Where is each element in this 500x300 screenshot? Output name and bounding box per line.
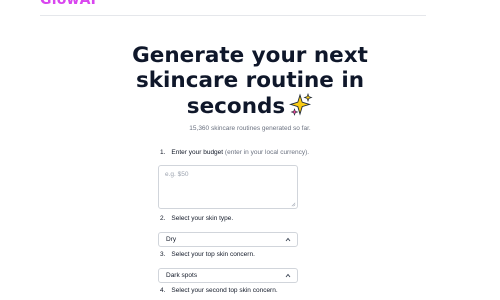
brand-logo[interactable]: GlowAI: [40, 0, 96, 8]
chevron-up-icon: [285, 237, 291, 242]
skin-type-select[interactable]: Dry: [158, 232, 298, 247]
step-label-text: Select your second top skin concern.: [171, 287, 278, 294]
step-number: 4.: [160, 287, 166, 294]
skin-type-value: Dry: [166, 236, 177, 243]
step-second-concern-label: 4. Select your second top skin concern.: [160, 287, 278, 294]
step-number: 1.: [160, 149, 166, 156]
routines-counter: 15,360 skincare routines generated so fa…: [189, 125, 311, 132]
sparkles-icon: [289, 92, 313, 123]
chevron-up-icon: [285, 273, 291, 278]
page-title: Generate your next skincare routine in s…: [110, 43, 390, 123]
top-concern-value: Dark spots: [166, 272, 198, 279]
budget-field-wrapper: [158, 165, 298, 209]
header-divider: [40, 15, 426, 16]
title-line-3: seconds: [186, 94, 286, 119]
step-label-text: Select your skin type.: [171, 215, 234, 222]
step-top-concern-label: 3. Select your top skin concern.: [160, 251, 255, 258]
step-number: 2.: [160, 215, 166, 222]
step-number: 3.: [160, 251, 166, 258]
top-concern-select[interactable]: Dark spots: [158, 268, 298, 283]
step-label-text: Enter your budget: [171, 149, 224, 156]
title-line-2: skincare routine in: [135, 68, 365, 93]
page: GlowAI Generate your next skincare routi…: [0, 0, 500, 300]
step-skin-type-label: 2. Select your skin type.: [160, 215, 233, 222]
step-budget-label: 1. Enter your budget (enter in your local…: [160, 149, 309, 156]
step-hint: (enter in your local currency).: [224, 149, 310, 156]
step-label-text: Select your top skin concern.: [171, 251, 255, 258]
title-line-1: Generate your next: [132, 43, 368, 68]
budget-input[interactable]: [158, 165, 298, 209]
